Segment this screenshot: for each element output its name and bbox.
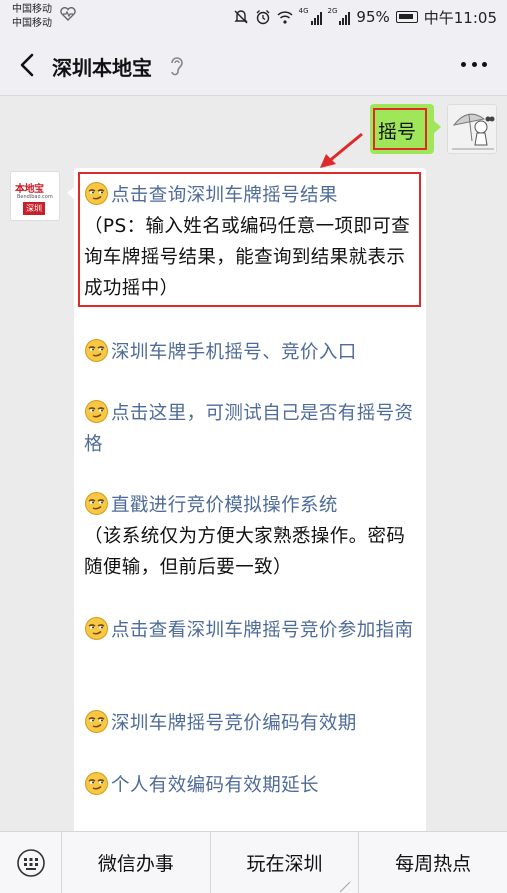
item-link[interactable]: 个人有效编码有效期延长 bbox=[111, 775, 319, 796]
list-item: 点击查看深圳车牌摇号竞价参加指南 bbox=[84, 615, 424, 646]
carrier-2: 中国移动 bbox=[12, 18, 52, 29]
submenu-indicator-icon bbox=[339, 881, 351, 893]
smirk-emoji-icon bbox=[84, 771, 109, 796]
bot-avatar[interactable]: 本地宝 Bendibao.com 深圳 bbox=[10, 171, 60, 221]
umbrella-girl-icon bbox=[452, 113, 495, 150]
menu-item-weekly-hot[interactable]: 每周热点 bbox=[359, 832, 507, 893]
network-type-1: 4G bbox=[298, 7, 309, 15]
user-avatar[interactable] bbox=[447, 104, 497, 154]
health-heart-icon bbox=[60, 7, 76, 21]
more-options-icon[interactable] bbox=[461, 62, 487, 70]
carrier-1: 中国移动 bbox=[12, 4, 52, 15]
item-link[interactable]: 深圳车牌手机摇号、竞价入口 bbox=[111, 342, 357, 363]
battery-percent: 95% bbox=[356, 8, 390, 26]
mute-icon bbox=[233, 10, 248, 24]
item-note: （PS：输入姓名或编码任意一项即可查询车牌摇号结果，能查询到结果就表示成功摇中） bbox=[84, 216, 411, 299]
chat-header: 深圳本地宝 bbox=[0, 36, 507, 96]
list-item: 深圳车牌摇号竞价编码有效期 bbox=[84, 708, 424, 739]
list-item: 直戳进行竞价模拟操作系统 （该系统仅为方便大家熟悉操作。密码随便输，但前后要一致… bbox=[84, 490, 424, 583]
earpiece-mode-icon bbox=[171, 57, 183, 76]
smirk-emoji-icon bbox=[84, 181, 109, 206]
list-item: 深圳车牌手机摇号、竞价入口 bbox=[84, 337, 424, 368]
smirk-emoji-icon bbox=[84, 709, 109, 734]
bot-logo-city: 深圳 bbox=[23, 202, 45, 215]
bot-logo-site: Bendibao.com bbox=[17, 194, 53, 200]
red-arrow-annotation bbox=[320, 132, 363, 168]
clock: 中午11:05 bbox=[423, 8, 497, 27]
battery-icon bbox=[395, 11, 418, 23]
network-type-2: 2G bbox=[327, 7, 338, 15]
item-link[interactable]: 点击查询深圳车牌摇号结果 bbox=[111, 185, 338, 206]
signal-1-icon bbox=[310, 10, 322, 25]
back-arrow-icon[interactable] bbox=[14, 50, 42, 80]
keyboard-icon bbox=[16, 849, 45, 877]
bottom-menu: 微信办事 玩在深圳 每周热点 bbox=[0, 831, 507, 893]
smirk-emoji-icon bbox=[84, 616, 109, 641]
item-link[interactable]: 点击查看深圳车牌摇号竞价参加指南 bbox=[111, 620, 413, 641]
signal-2-icon bbox=[339, 10, 351, 25]
menu-item-wechat-service[interactable]: 微信办事 bbox=[62, 832, 211, 893]
wifi-icon bbox=[277, 11, 293, 24]
list-item: 点击查询深圳车牌摇号结果 （PS：输入姓名或编码任意一项即可查询车牌摇号结果，能… bbox=[84, 180, 424, 304]
bot-logo-text: 本地宝 bbox=[15, 184, 44, 195]
status-bar: 中国移动 中国移动 4G 2G 95% 中午11:05 bbox=[0, 0, 507, 36]
smirk-emoji-icon bbox=[84, 491, 109, 516]
smirk-emoji-icon bbox=[84, 399, 109, 424]
alarm-icon bbox=[256, 10, 270, 25]
list-item: 点击这里，可测试自己是否有摇号资格 bbox=[84, 398, 424, 460]
chat-title: 深圳本地宝 bbox=[52, 56, 152, 80]
item-link[interactable]: 直戳进行竞价模拟操作系统 bbox=[111, 495, 338, 516]
user-message-text: 摇号 bbox=[378, 121, 417, 143]
list-item: 个人有效编码有效期延长 bbox=[84, 770, 424, 801]
item-link[interactable]: 点击这里，可测试自己是否有摇号资格 bbox=[84, 403, 413, 455]
smirk-emoji-icon bbox=[84, 338, 109, 363]
item-note: （该系统仅为方便大家熟悉操作。密码随便输，但前后要一致） bbox=[84, 526, 406, 578]
item-link[interactable]: 深圳车牌摇号竞价编码有效期 bbox=[111, 713, 357, 734]
keyboard-toggle-button[interactable] bbox=[0, 832, 62, 893]
